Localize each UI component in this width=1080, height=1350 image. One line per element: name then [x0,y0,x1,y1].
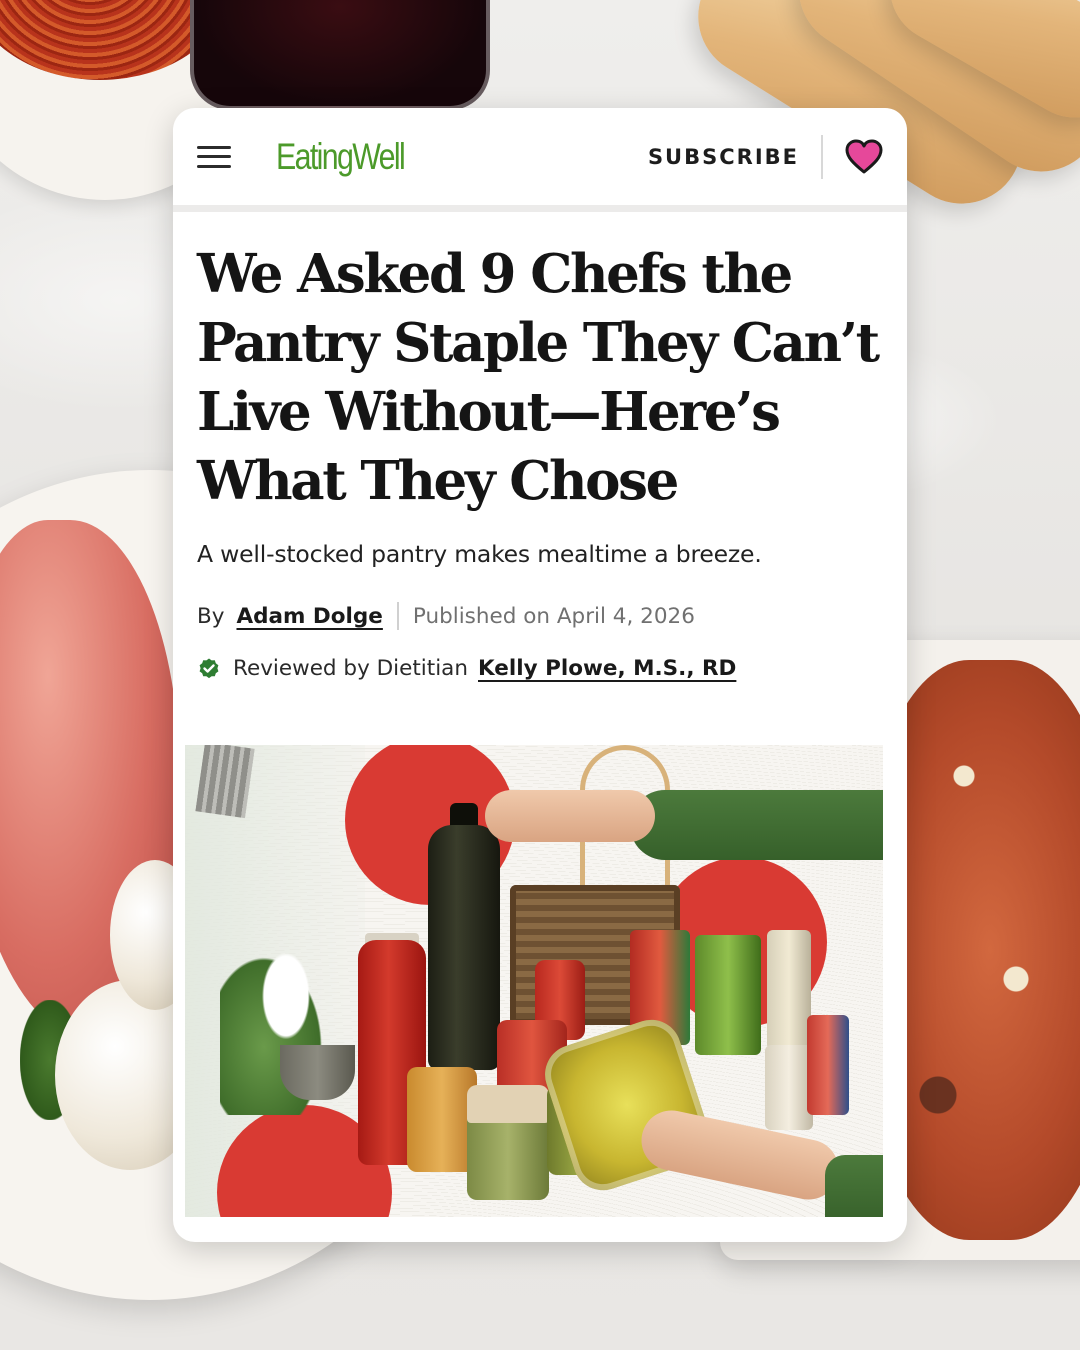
site-header: EatingWell SUBSCRIBE [173,108,907,212]
article-header: We Asked 9 Chefs the Pantry Staple They … [173,212,907,681]
peas-can [695,935,761,1055]
reviewed-prefix: Reviewed by Dietitian [233,656,468,681]
article-dek: A well-stocked pantry makes mealtime a b… [197,540,762,568]
check-badge-icon [199,658,219,678]
wine-glass [190,0,490,110]
sleeve [630,790,883,860]
olive-oil-bottle [428,825,500,1070]
can [765,1045,813,1130]
byline-prefix: By [197,603,225,629]
reviewed-by: Reviewed by Dietitian Kelly Plowe, M.S.,… [197,656,883,681]
beans-can [767,930,811,1050]
subscribe-button[interactable]: SUBSCRIBE [648,145,799,169]
can [807,1015,849,1115]
menu-line [197,164,231,168]
menu-line [197,145,231,149]
article-card: EatingWell SUBSCRIBE We Asked 9 Chefs th… [173,108,907,1242]
publish-date: Published on April 4, 2026 [412,603,695,629]
utensil [195,745,255,819]
heart-icon[interactable] [845,139,883,175]
hand [485,790,655,842]
header-divider [821,134,823,179]
menu-line [197,155,231,158]
article-headline: We Asked 9 Chefs the Pantry Staple They … [197,243,880,512]
jar-lid [467,1085,549,1123]
sleeve [825,1155,883,1217]
byline: By Adam Dolge Published on April 4, 2026 [197,602,883,630]
hero-image [185,745,883,1217]
byline-divider [396,602,399,630]
mortar [280,1045,355,1100]
reviewer-link[interactable]: Kelly Plowe, M.S., RD [478,656,736,681]
hamburger-menu-icon[interactable] [197,145,231,168]
site-logo[interactable]: EatingWell [276,136,406,178]
author-link[interactable]: Adam Dolge [236,604,382,629]
